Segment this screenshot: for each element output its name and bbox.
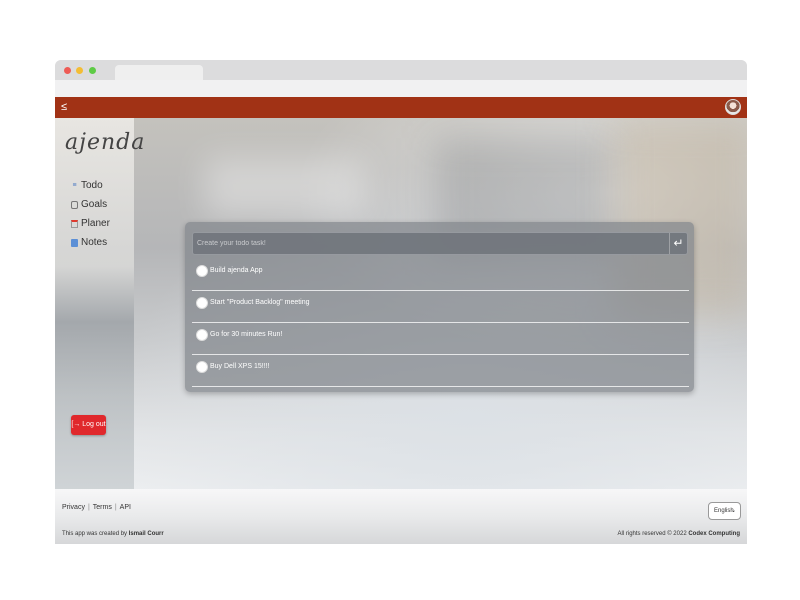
- credit-prefix: This app was created by: [62, 531, 128, 537]
- sidebar-item-label: Todo: [81, 180, 103, 191]
- privacy-link[interactable]: Privacy: [62, 504, 85, 511]
- rights-company: Codex Computing: [688, 531, 740, 537]
- credit-author: Ismail Courr: [128, 531, 164, 537]
- list-icon: ≡: [72, 181, 77, 189]
- logout-button[interactable]: [→ Log out: [71, 415, 106, 435]
- user-avatar[interactable]: [725, 99, 741, 115]
- calendar-icon: [71, 219, 78, 228]
- copyright-text: All rights reserved © 2022 Codex Computi…: [618, 531, 740, 537]
- maximize-window-button[interactable]: [89, 67, 96, 74]
- sidebar-item-goals[interactable]: Goals: [71, 195, 110, 214]
- list-item: Go for 30 minutes Run!: [192, 323, 689, 355]
- enter-icon[interactable]: ↵: [669, 233, 687, 254]
- todo-text: Go for 30 minutes Run!: [210, 331, 283, 338]
- list-item: Start "Product Backlog" meeting: [192, 291, 689, 323]
- todo-checkbox[interactable]: [196, 361, 208, 373]
- sidebar-item-label: Goals: [81, 199, 108, 210]
- footer: Privacy | Terms | API English ⌄ This app was…: [55, 489, 747, 544]
- footer-links: Privacy | Terms | API: [62, 504, 131, 511]
- menu-collapse-icon[interactable]: ≤: [61, 100, 67, 114]
- terms-link[interactable]: Terms: [93, 504, 112, 511]
- note-icon: [71, 238, 78, 247]
- minimize-window-button[interactable]: [76, 67, 83, 74]
- app-header: ≤: [55, 97, 747, 118]
- sidebar-item-todo[interactable]: ≡ Todo: [71, 176, 110, 195]
- todo-card: ↵ Build ajenda App Start "Product Backlo…: [185, 222, 694, 392]
- sidebar: ajenda ≡ Todo Goals Planer Notes [→ Log …: [55, 118, 144, 489]
- browser-titlebar: [55, 60, 747, 81]
- browser-toolbar: [55, 80, 747, 97]
- todo-text: Start "Product Backlog" meeting: [210, 299, 310, 306]
- api-link[interactable]: API: [120, 504, 131, 511]
- link-separator: |: [87, 504, 90, 511]
- browser-window: ≤ ajenda ≡ Todo Goals Planer Notes [→ Lo…: [55, 60, 747, 544]
- todo-text: Build ajenda App: [210, 267, 263, 274]
- chevron-down-icon: ⌄: [730, 508, 736, 514]
- browser-tab[interactable]: [115, 65, 203, 81]
- sidebar-item-notes[interactable]: Notes: [71, 233, 110, 252]
- clipboard-icon: [71, 200, 78, 209]
- todo-checkbox[interactable]: [196, 265, 208, 277]
- sidebar-item-planer[interactable]: Planer: [71, 214, 110, 233]
- link-separator: |: [114, 504, 117, 511]
- list-item: Build ajenda App: [192, 259, 689, 291]
- language-select[interactable]: English ⌄: [708, 502, 741, 520]
- close-window-button[interactable]: [64, 67, 71, 74]
- credit-text: This app was created by Ismail Courr: [62, 531, 164, 537]
- background-blur: [205, 158, 365, 218]
- todo-checkbox[interactable]: [196, 329, 208, 341]
- app-logo: ajenda: [65, 130, 146, 155]
- sidebar-nav: ≡ Todo Goals Planer Notes: [71, 176, 110, 252]
- todo-text: Buy Dell XPS 15!!!!: [210, 363, 270, 370]
- list-item: Buy Dell XPS 15!!!!: [192, 355, 689, 387]
- todo-list: Build ajenda App Start "Product Backlog"…: [192, 259, 689, 387]
- todo-input-container: ↵: [192, 232, 688, 255]
- sidebar-item-label: Planer: [81, 218, 110, 229]
- sidebar-item-label: Notes: [81, 237, 108, 248]
- rights-prefix: All rights reserved © 2022: [617, 531, 687, 537]
- main-content: ajenda ≡ Todo Goals Planer Notes [→ Log …: [55, 118, 747, 489]
- todo-checkbox[interactable]: [196, 297, 208, 309]
- todo-input[interactable]: [193, 233, 669, 254]
